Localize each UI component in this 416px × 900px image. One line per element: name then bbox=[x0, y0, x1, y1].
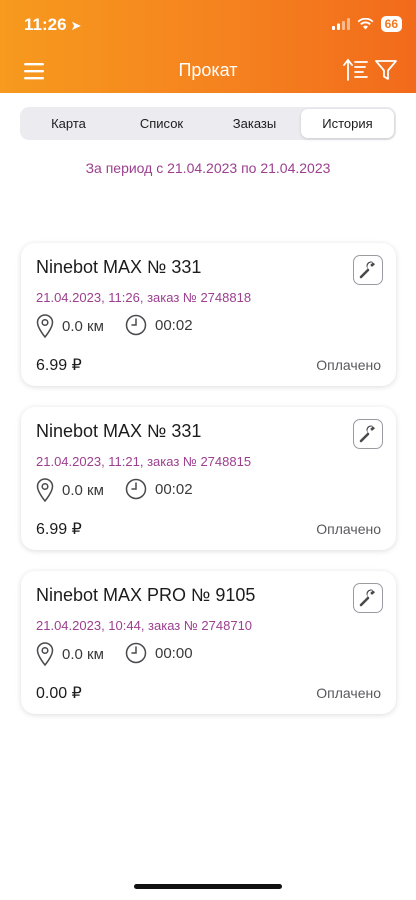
ride-card[interactable]: Ninebot MAX № 331 21.04.2023, 11:21, зак… bbox=[21, 407, 396, 550]
ride-price: 6.99 ₽ bbox=[36, 521, 82, 538]
signal-icon bbox=[331, 18, 350, 30]
ride-distance: 0.0 км bbox=[36, 478, 104, 502]
battery-indicator: 66 bbox=[380, 16, 402, 32]
status-icons: 66 bbox=[331, 16, 402, 32]
location-pin-icon bbox=[36, 478, 54, 502]
ride-duration: 00:00 bbox=[125, 642, 193, 664]
duration-value: 00:02 bbox=[155, 480, 193, 498]
status-clock: 11:26 bbox=[24, 15, 67, 34]
report-issue-button[interactable] bbox=[353, 583, 383, 613]
distance-value: 0.0 км bbox=[62, 645, 104, 663]
duration-value: 00:00 bbox=[155, 644, 193, 662]
view-tabs: Карта Список Заказы История bbox=[20, 107, 396, 140]
location-pin-icon bbox=[36, 314, 54, 338]
wrench-icon bbox=[359, 261, 375, 279]
ride-duration: 00:02 bbox=[125, 478, 193, 500]
app-header: 11:26 ➤ 66 Прокат bbox=[0, 0, 416, 93]
home-indicator[interactable] bbox=[134, 884, 282, 889]
tab-history[interactable]: История bbox=[301, 109, 394, 138]
location-pin-icon bbox=[36, 642, 54, 666]
wifi-icon bbox=[357, 18, 374, 30]
location-arrow-icon: ➤ bbox=[70, 18, 82, 33]
status-time: 11:26 ➤ bbox=[24, 15, 81, 35]
ride-title: Ninebot MAX № 331 bbox=[36, 421, 202, 441]
ride-card[interactable]: Ninebot MAX № 331 21.04.2023, 11:26, зак… bbox=[21, 243, 396, 386]
ride-price: 0.00 ₽ bbox=[36, 685, 82, 702]
filter-button[interactable] bbox=[374, 58, 398, 82]
duration-value: 00:02 bbox=[155, 316, 193, 334]
payment-status: Оплачено bbox=[316, 521, 381, 537]
ride-distance: 0.0 км bbox=[36, 314, 104, 338]
tab-orders[interactable]: Заказы bbox=[208, 109, 301, 138]
tab-map[interactable]: Карта bbox=[22, 109, 115, 138]
ride-distance: 0.0 км bbox=[36, 642, 104, 666]
clock-icon bbox=[125, 642, 147, 664]
period-label[interactable]: За период с 21.04.2023 по 21.04.2023 bbox=[0, 160, 416, 176]
ride-subtitle: 21.04.2023, 11:21, заказ № 2748815 bbox=[36, 454, 252, 469]
ride-card[interactable]: Ninebot MAX PRO № 9105 21.04.2023, 10:44… bbox=[21, 571, 396, 714]
wrench-icon bbox=[359, 589, 375, 607]
filter-icon bbox=[375, 60, 397, 80]
payment-status: Оплачено bbox=[316, 357, 381, 373]
report-issue-button[interactable] bbox=[353, 255, 383, 285]
sort-button[interactable] bbox=[343, 58, 369, 82]
wrench-icon bbox=[359, 425, 375, 443]
ride-duration: 00:02 bbox=[125, 314, 193, 336]
distance-value: 0.0 км bbox=[62, 317, 104, 335]
ride-title: Ninebot MAX № 331 bbox=[36, 257, 202, 277]
ride-price: 6.99 ₽ bbox=[36, 357, 82, 374]
distance-value: 0.0 км bbox=[62, 481, 104, 499]
clock-icon bbox=[125, 478, 147, 500]
ride-subtitle: 21.04.2023, 11:26, заказ № 2748818 bbox=[36, 290, 252, 305]
ride-subtitle: 21.04.2023, 10:44, заказ № 2748710 bbox=[36, 618, 253, 633]
clock-icon bbox=[125, 314, 147, 336]
payment-status: Оплачено bbox=[316, 685, 381, 701]
report-issue-button[interactable] bbox=[353, 419, 383, 449]
ride-title: Ninebot MAX PRO № 9105 bbox=[36, 585, 256, 605]
tab-list[interactable]: Список bbox=[115, 109, 208, 138]
sort-icon bbox=[343, 58, 368, 81]
